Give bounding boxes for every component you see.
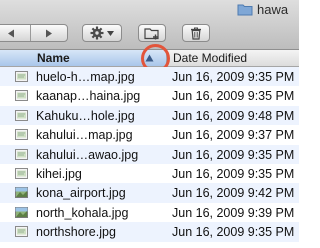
file-name: kihei.jpg xyxy=(36,166,82,181)
file-date-modified: Jun 16, 2009 9:35 PM xyxy=(172,89,295,104)
file-date-modified: Jun 16, 2009 9:35 PM xyxy=(172,147,295,162)
map-thumbnail-icon xyxy=(15,226,28,238)
file-date-modified: Jun 16, 2009 9:35 PM xyxy=(172,225,295,240)
file-name: huelo-h…map.jpg xyxy=(36,70,135,84)
file-name: Kahuku…hole.jpg xyxy=(36,108,135,123)
file-row[interactable]: kahului…awao.jpg Jun 16, 2009 9:35 PM xyxy=(0,144,299,164)
folder-title-text: hawa xyxy=(257,1,289,17)
file-row[interactable]: Kahuku…hole.jpg Jun 16, 2009 9:48 PM xyxy=(0,105,299,126)
file-name: kahului…awao.jpg xyxy=(36,147,139,162)
file-name: northshore.jpg xyxy=(36,225,116,240)
back-button[interactable] xyxy=(0,25,30,41)
action-menu-button[interactable] xyxy=(82,24,122,42)
back-forward-control xyxy=(0,24,68,42)
file-row[interactable]: kona_airport.jpg Jun 16, 2009 9:42 PM xyxy=(0,183,299,203)
toolbar: hawa xyxy=(0,0,299,50)
image-thumbnail-icon xyxy=(15,187,28,199)
file-row[interactable]: kahului…map.jpg Jun 16, 2009 9:37 PM xyxy=(0,125,299,144)
file-date-modified: Jun 16, 2009 9:37 PM xyxy=(172,128,295,143)
chevron-down-icon xyxy=(107,30,114,36)
forward-button[interactable] xyxy=(29,25,68,41)
file-row[interactable]: kaanap…haina.jpg Jun 16, 2009 9:35 PM xyxy=(0,86,299,105)
map-thumbnail-icon xyxy=(15,129,28,141)
trash-icon xyxy=(191,27,201,40)
map-thumbnail-icon xyxy=(15,109,28,121)
sort-ascending-icon xyxy=(145,54,154,62)
file-date-modified: Jun 16, 2009 9:35 PM xyxy=(172,70,295,84)
file-date-modified: Jun 16, 2009 9:42 PM xyxy=(172,186,295,201)
file-date-modified: Jun 16, 2009 9:48 PM xyxy=(172,108,295,123)
column-header-name-label: Name xyxy=(37,51,70,65)
file-name: kahului…map.jpg xyxy=(36,128,133,143)
column-header-date-modified[interactable]: Date Modified xyxy=(173,51,247,65)
gear-icon xyxy=(90,26,104,40)
delete-button[interactable] xyxy=(182,24,210,42)
forward-arrow-icon xyxy=(45,29,52,37)
map-thumbnail-icon xyxy=(15,167,28,179)
image-thumbnail-icon xyxy=(15,206,28,218)
folder-icon xyxy=(237,4,253,15)
map-thumbnail-icon xyxy=(15,71,28,82)
new-folder-icon xyxy=(143,27,159,39)
file-name: kona_airport.jpg xyxy=(36,186,126,201)
back-arrow-icon xyxy=(8,29,15,37)
file-date-modified: Jun 16, 2009 9:35 PM xyxy=(172,166,295,181)
file-name: kaanap…haina.jpg xyxy=(36,89,141,104)
file-row[interactable]: kihei.jpg Jun 16, 2009 9:35 PM xyxy=(0,164,299,183)
file-list: huelo-h…map.jpg Jun 16, 2009 9:35 PM kaana… xyxy=(0,67,299,242)
file-name: north_kohala.jpg xyxy=(36,205,129,220)
column-header-name[interactable]: Name xyxy=(0,50,167,66)
file-row[interactable]: huelo-h…map.jpg Jun 16, 2009 9:35 PM xyxy=(0,67,299,87)
file-date-modified: Jun 16, 2009 9:39 PM xyxy=(172,205,295,220)
new-folder-button[interactable] xyxy=(138,24,166,42)
column-header-bar: Name Date Modified xyxy=(0,50,299,67)
file-row[interactable]: northshore.jpg Jun 16, 2009 9:35 PM xyxy=(0,222,299,242)
map-thumbnail-icon xyxy=(15,90,28,102)
window-title: hawa xyxy=(237,0,288,18)
map-thumbnail-icon xyxy=(15,148,28,160)
file-row[interactable]: north_kohala.jpg Jun 16, 2009 9:39 PM xyxy=(0,203,299,222)
